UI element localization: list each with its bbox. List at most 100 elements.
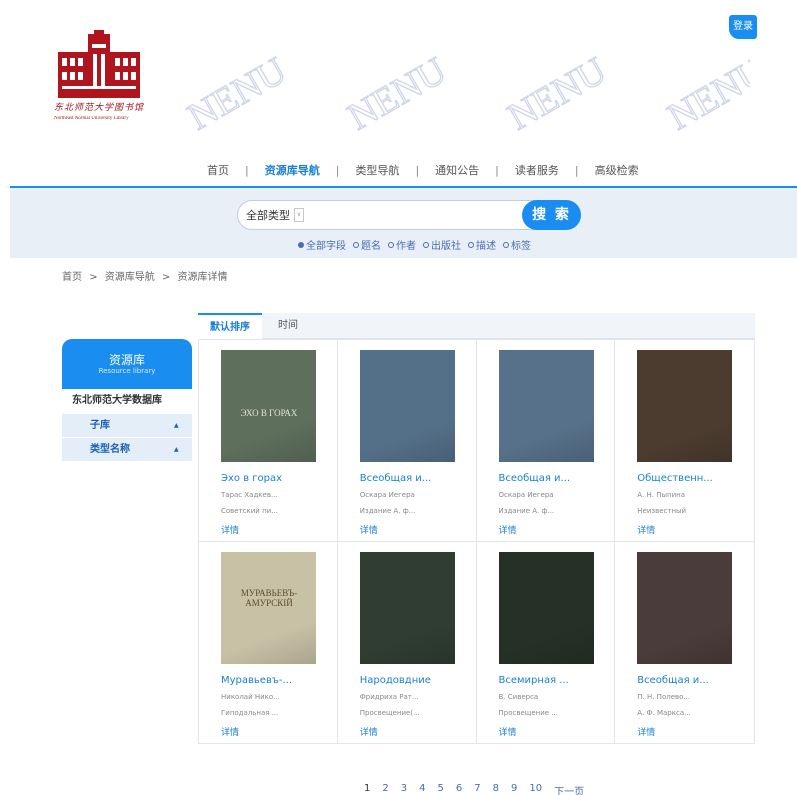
tab-default-sort[interactable]: 默认排序 (198, 313, 262, 339)
sidebar-library-name[interactable]: 东北师范大学数据库 (62, 389, 192, 413)
sidebar-subtitle: Resource library (98, 367, 156, 375)
book-cover[interactable] (637, 551, 733, 664)
search-button[interactable]: 搜 索 (522, 200, 581, 230)
results-grid: ЭХО В ГОРАХ Эхо в горах Тарас Хадкев... … (198, 339, 755, 744)
book-publisher: А. Ф. Маркса... (637, 708, 691, 717)
library-building-logo (58, 30, 140, 98)
scope-radio-tags[interactable]: 标签 (503, 237, 531, 252)
book-card: ЭХО В ГОРАХ Эхо в горах Тарас Хадкев... … (199, 340, 338, 542)
radio-icon (468, 241, 474, 248)
type-select-label: 全部类型 (246, 209, 290, 222)
search-input[interactable] (308, 205, 518, 225)
scope-label: 标签 (511, 241, 531, 252)
sort-tabs: 默认排序 时间 (198, 313, 755, 339)
book-title[interactable]: Народовдние (360, 675, 470, 686)
cover-image (498, 551, 594, 664)
page-1[interactable]: 1 (364, 783, 370, 795)
book-title[interactable]: Всеобщая и... (360, 473, 470, 484)
detail-link[interactable]: 详情 (360, 725, 378, 738)
book-author: Фридриха Рат... (359, 692, 419, 701)
detail-link[interactable]: 详情 (360, 523, 378, 536)
page-10[interactable]: 10 (529, 783, 542, 795)
next-page-link[interactable]: 下一页 (554, 783, 584, 795)
header: 东北师范大学图书馆 Northeast Normal University Li… (0, 0, 797, 150)
page-3[interactable]: 3 (401, 783, 407, 795)
book-card: МУРАВЬЕВЪ-АМУРСКІЙ Муравьевъ-... Николай… (199, 541, 338, 743)
scope-radio-description[interactable]: 描述 (468, 237, 496, 252)
breadcrumb-resource-nav[interactable]: 资源库导航 (105, 272, 155, 283)
watermark-text: NENU (341, 49, 450, 138)
detail-link[interactable]: 详情 (637, 523, 655, 536)
breadcrumb: 首页 > 资源库导航 > 资源库详情 (62, 268, 232, 283)
tab-time-sort[interactable]: 时间 (278, 313, 298, 339)
sidebar-item-sublibrary[interactable]: 子库 ▲ (62, 413, 192, 437)
cover-image (221, 551, 316, 664)
page-4[interactable]: 4 (419, 783, 425, 795)
book-title[interactable]: Всемирная ... (499, 675, 609, 686)
nav-item-type-nav[interactable]: 类型导航 (355, 162, 399, 178)
book-cover[interactable] (637, 350, 733, 462)
nav-separator: | (495, 163, 499, 177)
scope-radio-all-fields[interactable]: 全部字段 (298, 237, 346, 252)
scope-radio-publisher[interactable]: 出版社 (423, 237, 461, 252)
detail-link[interactable]: 详情 (221, 725, 239, 738)
book-card: Общественн... А. Н. Пыпина Неизвестный 详… (615, 340, 754, 542)
page-9[interactable]: 9 (511, 783, 517, 795)
logo-subtext: Northeast Normal University Library (54, 116, 129, 121)
nav-item-resource-nav[interactable]: 资源库导航 (265, 162, 320, 178)
nav-item-reader-services[interactable]: 读者服务 (515, 162, 559, 178)
radio-icon (423, 241, 429, 248)
book-cover[interactable] (498, 350, 594, 462)
book-publisher: Советский пи... (221, 507, 278, 515)
scope-label: 作者 (396, 241, 416, 252)
scope-radio-title[interactable]: 题名 (353, 237, 381, 252)
page-6[interactable]: 6 (456, 783, 462, 795)
cover-title-text: ЭХО В ГОРАХ (240, 408, 298, 418)
book-title[interactable]: Эхо в горах (221, 473, 331, 484)
book-cover[interactable]: МУРАВЬЕВЪ-АМУРСКІЙ (221, 551, 316, 664)
book-cover[interactable] (498, 551, 594, 664)
scope-radio-author[interactable]: 作者 (388, 237, 416, 252)
nav-item-advanced-search[interactable]: 高级检索 (595, 162, 639, 178)
watermark-text: NENU (661, 49, 750, 138)
type-select[interactable]: 全部类型 ∨ (246, 206, 304, 224)
book-title[interactable]: Общественн... (637, 473, 747, 484)
sidebar-item-type-name[interactable]: 类型名称 ▲ (62, 437, 192, 461)
sidebar: 资源库 Resource library 东北师范大学数据库 子库 ▲ 类型名称… (62, 339, 192, 461)
watermark-logo: NENU (180, 49, 290, 138)
nav-separator: | (574, 163, 579, 177)
logo-text: 东北师范大学图书馆 (54, 103, 144, 113)
book-author: П. Н. Полево... (637, 692, 691, 701)
book-author: А. Н. Пыпина (637, 491, 685, 499)
book-author: Тарас Хадкев... (221, 491, 278, 499)
page-8[interactable]: 8 (493, 783, 499, 795)
book-title[interactable]: Всеобщая и... (499, 473, 609, 484)
watermark-logo: NENU (500, 49, 610, 138)
book-cover[interactable] (359, 551, 455, 664)
book-card: Народовдние Фридриха Рат... Просвещение(… (337, 541, 477, 743)
page-2[interactable]: 2 (382, 783, 388, 795)
book-title[interactable]: Всеобщая и... (637, 675, 747, 686)
detail-link[interactable]: 详情 (637, 725, 655, 738)
breadcrumb-home[interactable]: 首页 (62, 272, 82, 283)
book-author: В. Сиверса (498, 692, 539, 701)
nav-separator: | (335, 163, 340, 177)
book-card: Всеобщая и... Оскара Иегера Издание А. ф… (337, 340, 477, 542)
page-7[interactable]: 7 (474, 783, 480, 795)
book-cover[interactable]: ЭХО В ГОРАХ (221, 350, 316, 462)
detail-link[interactable]: 详情 (221, 523, 239, 536)
chevron-up-icon: ▲ (174, 446, 179, 453)
page-5[interactable]: 5 (438, 783, 444, 795)
nav-item-home[interactable]: 首页 (207, 162, 229, 178)
book-cover[interactable] (359, 350, 455, 462)
detail-link[interactable]: 详情 (499, 523, 517, 536)
nav-separator: | (415, 163, 420, 177)
scope-label: 出版社 (431, 241, 461, 252)
nav-item-notices[interactable]: 通知公告 (435, 162, 479, 178)
library-logo[interactable]: 东北师范大学图书馆 Northeast Normal University Li… (54, 30, 144, 128)
book-title[interactable]: Муравьевъ-... (221, 675, 331, 686)
login-button[interactable]: 登录 (729, 15, 757, 39)
breadcrumb-separator: > (161, 272, 171, 283)
detail-link[interactable]: 详情 (499, 725, 517, 738)
main-nav: 首页 | 资源库导航 | 类型导航 | 通知公告 | 读者服务 | 高级检索 (0, 156, 797, 184)
